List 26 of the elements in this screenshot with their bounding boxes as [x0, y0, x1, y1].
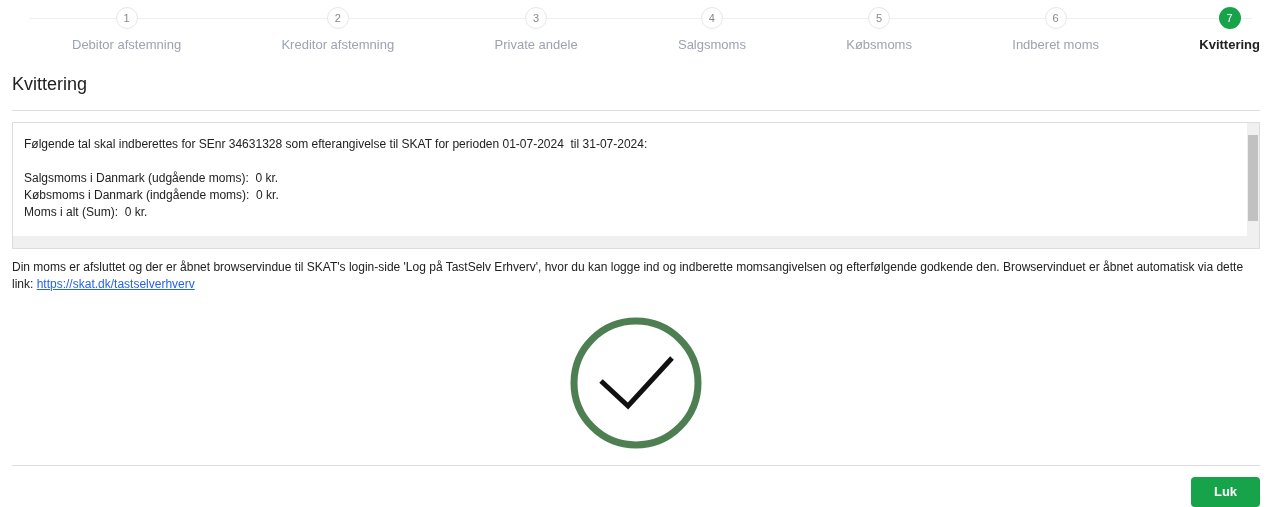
page-title: Kvittering: [12, 72, 89, 95]
step-number[interactable]: 5: [868, 7, 891, 29]
step-label[interactable]: Indberet moms: [1012, 35, 1099, 55]
report-line: Købsmoms i Danmark (indgående moms): 0 kr.: [24, 187, 280, 205]
report-line: Salgsmoms i Danmark (udgående moms): 0 kr.: [24, 170, 280, 188]
report-heading: Følgende tal skal indberettes for SEnr 34631328 som efterangivelse til SKAT for perioden 01-07-2024 til 31-07-2024:: [24, 136, 649, 154]
step-number[interactable]: 2: [326, 7, 349, 29]
close-button[interactable]: Luk: [1191, 477, 1260, 507]
report-line: Moms i alt (Sum): 0 kr.: [24, 204, 149, 222]
step-label[interactable]: Kreditor afstemning: [281, 35, 395, 55]
step-label[interactable]: Private andele: [494, 35, 578, 55]
step-label[interactable]: Debitor afstemning: [72, 35, 182, 55]
step-label[interactable]: Kvittering: [1199, 35, 1260, 55]
step-number[interactable]: 4: [700, 7, 723, 29]
step-number[interactable]: 1: [115, 7, 138, 29]
vertical-scrollbar[interactable]: [1247, 123, 1259, 249]
report-textarea[interactable]: [12, 122, 1260, 250]
step-label[interactable]: Salgsmoms: [677, 35, 746, 55]
horizontal-scrollbar[interactable]: [13, 236, 1247, 249]
step-number[interactable]: 6: [1044, 7, 1067, 29]
skat-link[interactable]: https://skat.dk/tastselverhverv: [36, 277, 195, 292]
step-label[interactable]: Købsmoms: [846, 35, 912, 55]
check-circle-icon: [570, 317, 702, 450]
step-number[interactable]: 3: [525, 7, 548, 29]
step-number[interactable]: 7: [1218, 7, 1241, 29]
info-paragraph: Din moms er afsluttet og der er åbnet browservindue til SKAT's login-side 'Log på TastSelv Erhverv', hvor du kan logge ind og indberette momsangivelsen og efterfølgende godkende den. Browservinduet er åbnet automatisk via dette link: https://skat.dk/tastselverhverv: [12, 259, 1245, 294]
